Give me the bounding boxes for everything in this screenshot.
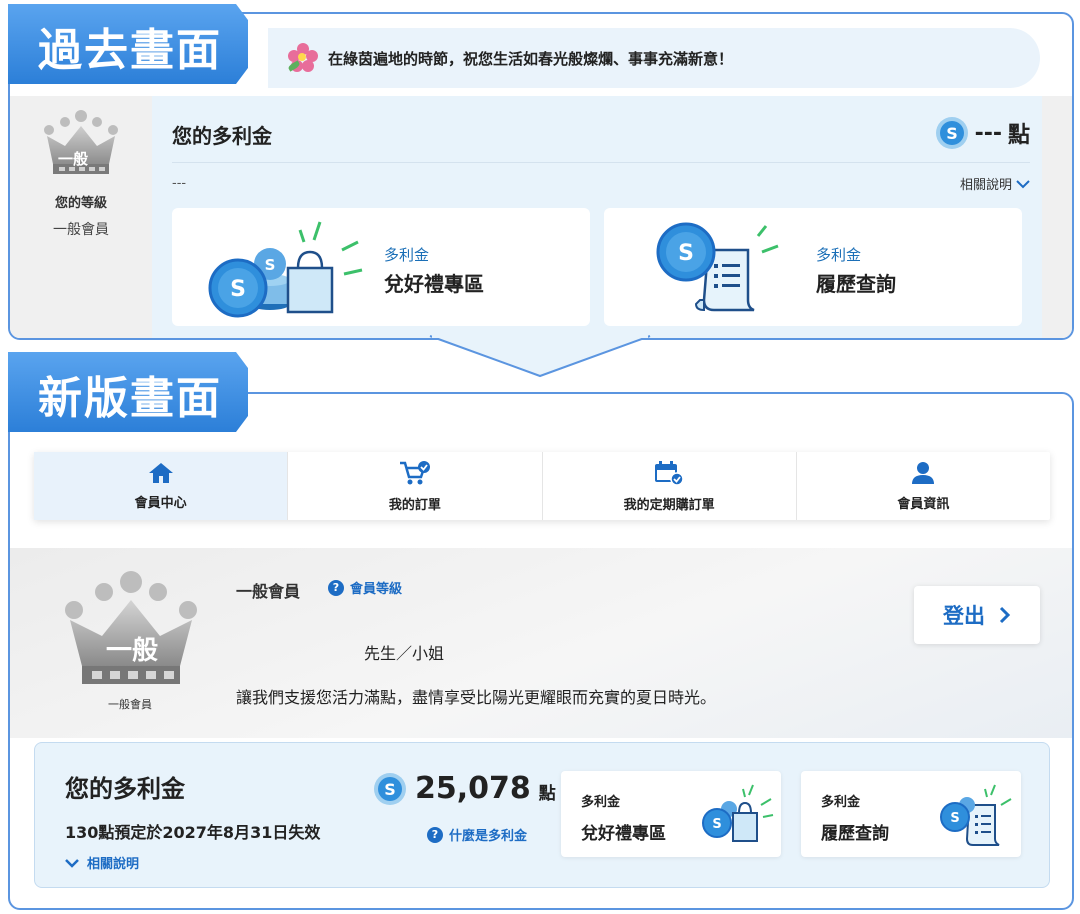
- user-icon: [912, 461, 935, 484]
- points-unit: 點: [538, 784, 556, 804]
- question-icon: ?: [328, 579, 344, 596]
- nav-subscription-orders[interactable]: 我的定期購訂單: [543, 452, 797, 520]
- member-nav: 會員中心 我的訂單 我的定期購訂單 會員資訊: [34, 452, 1050, 520]
- points-title: 您的多利金: [65, 775, 185, 803]
- gift-card-sub: 多利金: [581, 795, 621, 810]
- hero-crown-label: 一般會員: [108, 698, 152, 711]
- cart-check-icon: [399, 460, 430, 484]
- nav-label: 我的訂單: [388, 497, 441, 513]
- svg-text:S: S: [384, 780, 396, 799]
- chevron-down-icon: [65, 858, 79, 868]
- calendar-check-icon: [655, 460, 684, 486]
- welcome-message: 讓我們支援您活力滿點，盡情享受比陽光更耀眼而充實的夏日時光。: [236, 688, 717, 707]
- question-icon: ?: [427, 826, 443, 843]
- nav-label: 會員資訊: [897, 496, 950, 512]
- nav-member-center[interactable]: 會員中心: [34, 452, 289, 520]
- transition-arrow: [429, 330, 651, 378]
- points-expire-note: 130點預定於2027年8月31日失效: [65, 823, 321, 842]
- member-level: 一般會員: [236, 582, 301, 601]
- what-is-points-link[interactable]: ? 什麼是多利金: [427, 825, 527, 844]
- points-related-link[interactable]: 相關說明: [65, 853, 139, 872]
- salutation: 先生／小姐: [364, 644, 445, 663]
- history-card-sub: 多利金: [821, 795, 861, 810]
- what-is-points-label: 什麼是多利金: [449, 829, 528, 844]
- points-related-label: 相關說明: [87, 857, 140, 872]
- gift-card-title: 兌好禮專區: [581, 824, 666, 844]
- svg-text:S: S: [712, 817, 721, 832]
- point-coin-icon: S: [374, 772, 406, 805]
- new-screen-frame: 會員中心 我的訂單 我的定期購訂單 會員資訊 一般 一般會員 一般會員 ? 會員…: [8, 392, 1074, 910]
- points-panel: 您的多利金 130點預定於2027年8月31日失效 相關說明 S 25,078 …: [34, 742, 1050, 888]
- home-icon: [148, 462, 173, 483]
- nav-label: 會員中心: [134, 495, 187, 511]
- hero-crown-text: 一般: [106, 636, 159, 666]
- svg-text:S: S: [950, 811, 959, 826]
- history-query-card[interactable]: 多利金 履歷查詢 S: [801, 771, 1021, 857]
- coin-receipt-icon: S: [940, 784, 1012, 846]
- nav-member-info[interactable]: 會員資訊: [797, 452, 1050, 520]
- history-card-title: 履歷查詢: [821, 824, 889, 844]
- member-level-link[interactable]: ? 會員等級: [328, 578, 402, 597]
- points-value: 25,078: [415, 771, 531, 806]
- new-screen-tag: 新版畫面: [8, 352, 266, 432]
- logout-label: 登出: [943, 604, 985, 628]
- member-hero: 一般 一般會員 一般會員 ? 會員等級 先生／小姐 讓我們支援您活力滿點，盡情享…: [10, 548, 1072, 738]
- nav-label: 我的定期購訂單: [623, 497, 715, 513]
- level-link-label: 會員等級: [350, 582, 403, 597]
- coins-bag-icon: S: [702, 784, 774, 842]
- new-tag-text: 新版畫面: [38, 373, 222, 424]
- nav-my-orders[interactable]: 我的訂單: [288, 452, 543, 520]
- logout-button[interactable]: 登出: [914, 586, 1040, 644]
- chevron-right-icon: [999, 606, 1011, 624]
- points-display: S 25,078 點: [373, 771, 556, 806]
- gift-redeem-card[interactable]: 多利金 兌好禮專區 S: [561, 771, 781, 857]
